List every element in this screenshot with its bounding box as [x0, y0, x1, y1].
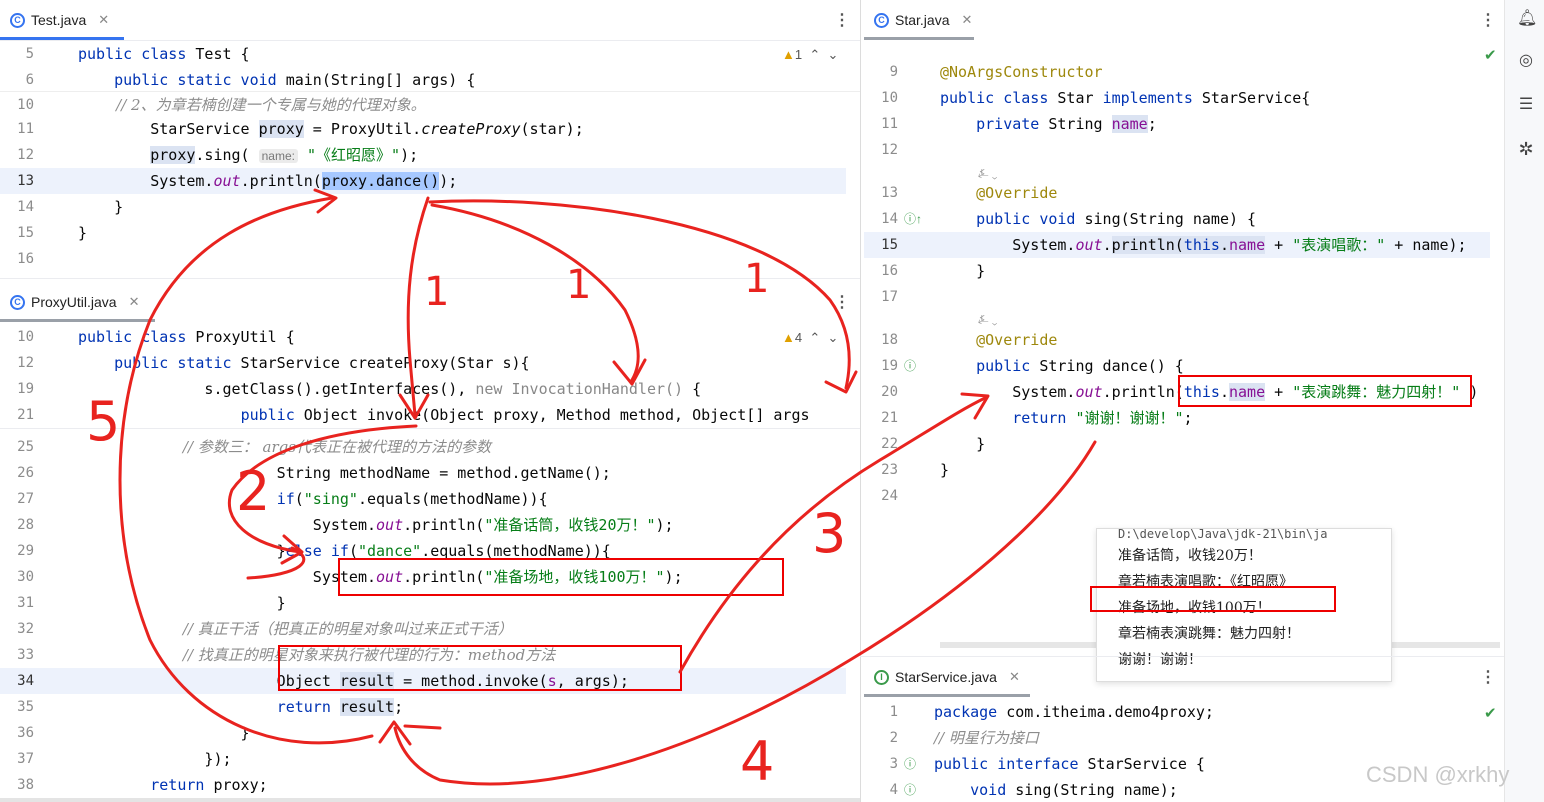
class-icon: C: [10, 294, 25, 310]
close-icon[interactable]: ✕: [129, 294, 140, 310]
tab-label: StarService.java: [895, 669, 997, 685]
ai-assistant-icon[interactable]: ◎: [1517, 52, 1535, 70]
check-icon: ✔: [1484, 47, 1497, 64]
code-line: System.out.println(proxy.dance());: [78, 172, 458, 190]
divider: [0, 278, 860, 279]
annotation-label: 3: [812, 502, 846, 565]
code-line: }: [78, 198, 124, 216]
highlight-box: [1090, 586, 1336, 612]
right-tool-sidebar: 🔔︎ ◎ ☰ ✲: [1504, 0, 1544, 802]
console-line: 章若楠表演跳舞：魅力四射！: [1118, 626, 1300, 642]
notifications-icon[interactable]: 🔔︎: [1517, 10, 1537, 28]
database-icon[interactable]: ☰: [1517, 96, 1535, 114]
line-number: 16: [17, 251, 34, 267]
line-number: 12: [17, 147, 34, 163]
plugin-icon[interactable]: ✲: [1517, 140, 1535, 158]
line-number: 10: [17, 97, 34, 113]
highlight-box: [1178, 375, 1472, 407]
more-options-icon[interactable]: ⋮: [834, 10, 850, 29]
code-line: public static void main(String[] args) {: [114, 71, 476, 89]
more-options-icon[interactable]: ⋮: [1480, 10, 1496, 29]
tab-underline: [864, 37, 974, 40]
line-number: 5: [25, 46, 34, 62]
code-line: public class Test {: [78, 45, 250, 63]
class-icon: C: [874, 12, 889, 28]
tab-label: ProxyUtil.java: [31, 294, 117, 310]
tab-star-java[interactable]: C Star.java ✕: [864, 0, 974, 40]
inspection-widget[interactable]: ▲4 ⌃ ⌄: [782, 330, 838, 346]
class-icon: C: [10, 12, 25, 28]
line-number: 14: [17, 199, 34, 215]
code-line: }: [78, 224, 88, 242]
console-line: 谢谢！谢谢！: [1118, 652, 1202, 668]
code-comment: // 2、为章若楠创建一个专属与她的代理对象。: [78, 96, 426, 114]
arrow-4-head: [378, 720, 412, 746]
close-icon[interactable]: ✕: [961, 12, 972, 28]
line-number: 6: [25, 72, 34, 88]
line-number: 13: [17, 173, 34, 189]
check-icon: ✔: [1484, 705, 1497, 722]
more-options-icon[interactable]: ⋮: [834, 292, 850, 311]
highlight-box: [338, 558, 784, 596]
more-options-icon[interactable]: ⋮: [1480, 667, 1496, 686]
arrow-1c-head: [824, 370, 858, 394]
scrollbar[interactable]: [0, 798, 860, 802]
annotation-label: 1: [424, 269, 449, 315]
close-icon[interactable]: ✕: [1009, 669, 1020, 685]
split-divider[interactable]: [860, 0, 861, 802]
arrow-4b: [403, 724, 442, 730]
tab-underline: [864, 694, 1030, 697]
console-command: D:\develop\Java\jdk-21\bin\ja: [1118, 529, 1328, 541]
close-icon[interactable]: ✕: [98, 12, 109, 28]
warning-count: 4: [794, 330, 803, 345]
line-number: 15: [17, 225, 34, 241]
tab-test-java[interactable]: C Test.java ✕: [0, 0, 124, 40]
tab-label: Test.java: [31, 12, 87, 28]
interface-icon: I: [874, 669, 889, 685]
annotation-label: 4: [740, 730, 774, 793]
line-number: 11: [17, 121, 34, 137]
tab-starservice-java[interactable]: I StarService.java ✕: [864, 657, 1030, 697]
tab-underline: [0, 319, 155, 322]
watermark: CSDN @xrkhy: [1366, 762, 1510, 787]
tab-label: Star.java: [895, 12, 950, 28]
code-line: proxy.sing( name: "《红昭愿》");: [150, 146, 419, 164]
console-line: 准备话筒，收钱20万！: [1118, 548, 1262, 564]
highlight-box: [278, 645, 682, 691]
tab-proxyutil-java[interactable]: C ProxyUtil.java ✕: [0, 282, 160, 322]
code-line: StarService proxy = ProxyUtil.createProx…: [78, 120, 584, 138]
